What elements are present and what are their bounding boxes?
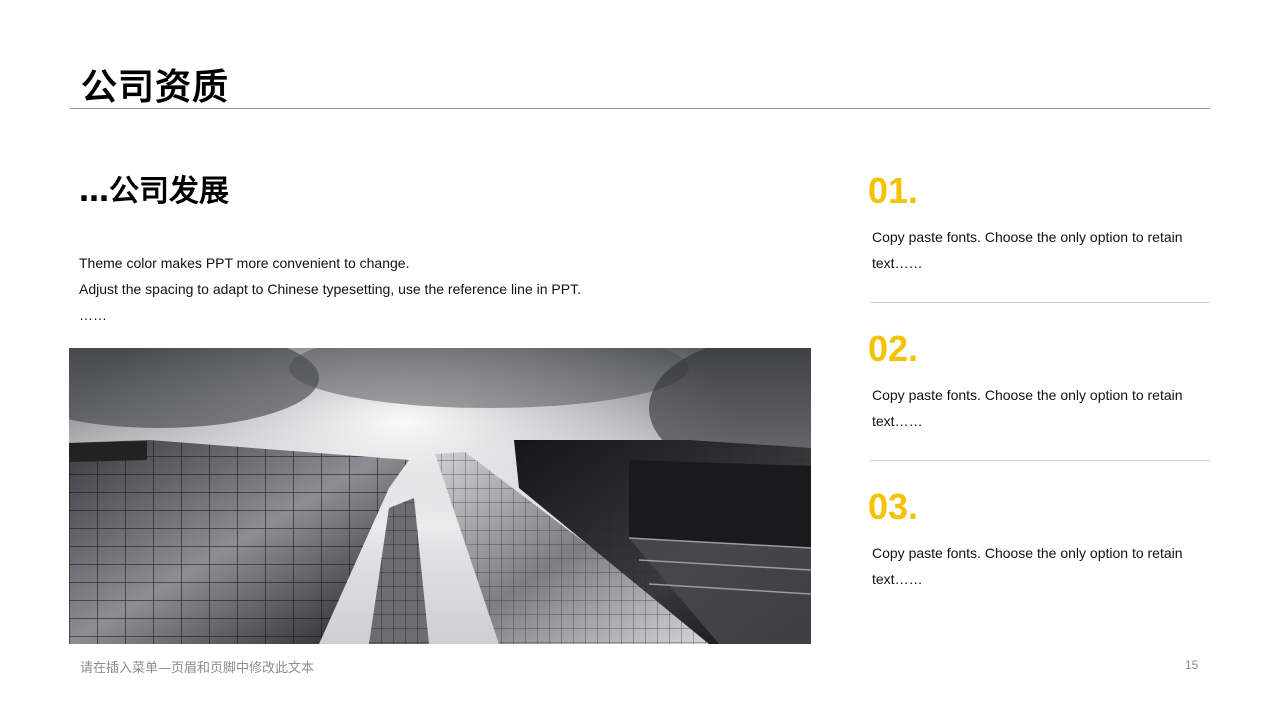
- item-description: Copy paste fonts. Choose the only option…: [872, 229, 1183, 271]
- item-01: 01. Copy paste fonts. Choose the only op…: [868, 171, 1210, 276]
- item-02: 02. Copy paste fonts. Choose the only op…: [868, 329, 1210, 434]
- section-subtitle: …公司发展: [79, 174, 229, 209]
- building-photo: [69, 348, 811, 644]
- page-number: 15: [1185, 658, 1199, 672]
- item-03: 03. Copy paste fonts. Choose the only op…: [868, 487, 1210, 592]
- footer-text: 请在插入菜单—页眉和页脚中修改此文本: [80, 661, 315, 676]
- body-line: Theme color makes PPT more convenient to…: [79, 255, 410, 271]
- item-number: 03.: [868, 486, 919, 527]
- item-description: Copy paste fonts. Choose the only option…: [872, 545, 1183, 587]
- item-number: 01.: [868, 170, 919, 211]
- title-divider: [70, 108, 1210, 109]
- building-photo-image: [69, 348, 811, 644]
- body-line: Adjust the spacing to adapt to Chinese t…: [79, 281, 581, 297]
- item-divider: [870, 460, 1210, 461]
- body-line: ……: [79, 307, 107, 323]
- slide-title: 公司资质: [81, 67, 230, 108]
- item-number: 02.: [868, 328, 919, 369]
- item-description: Copy paste fonts. Choose the only option…: [872, 387, 1183, 429]
- item-divider: [870, 302, 1210, 303]
- body-paragraph: Theme color makes PPT more convenient to…: [79, 250, 679, 328]
